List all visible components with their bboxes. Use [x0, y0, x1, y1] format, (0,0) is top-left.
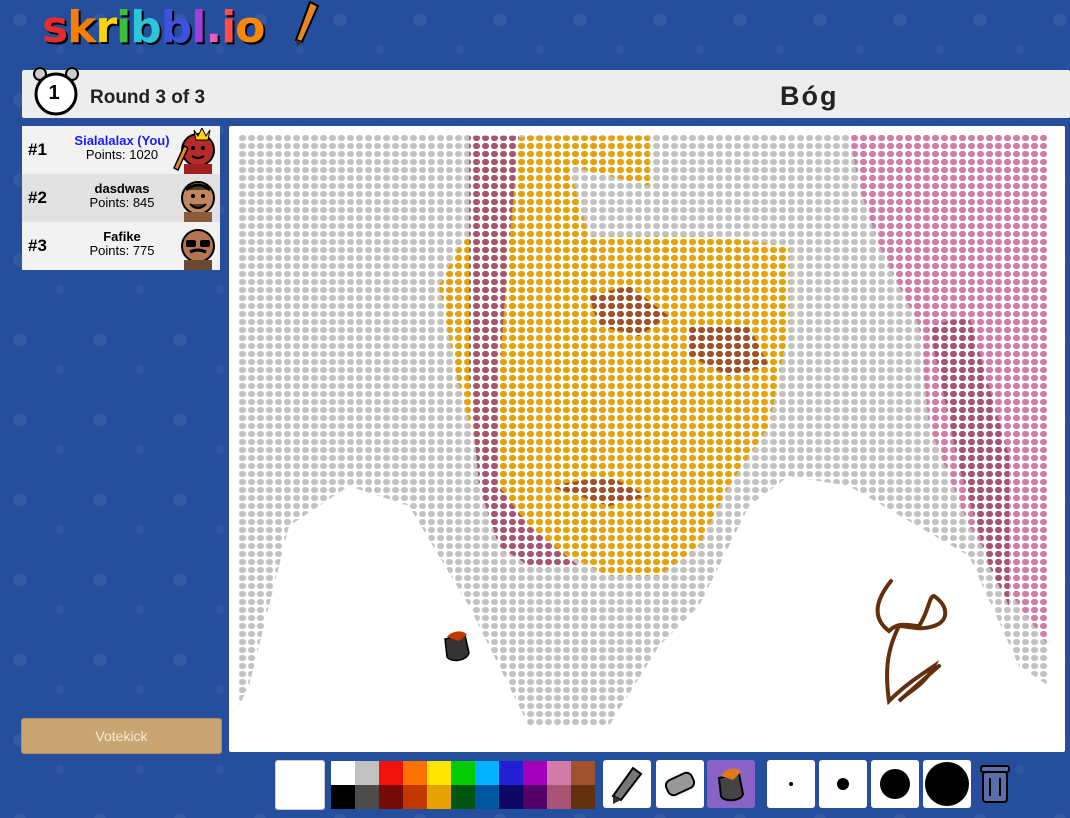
palette-color-swatch[interactable]	[403, 761, 427, 785]
avatar	[181, 181, 215, 222]
pencil-icon	[611, 766, 643, 804]
player-row[interactable]: #3 Fafike Points: 775	[22, 222, 220, 270]
palette-color-swatch[interactable]	[379, 785, 403, 809]
palette-color-swatch[interactable]	[571, 761, 595, 785]
player-points: Points: 845	[89, 195, 155, 210]
player-points: Points: 775	[89, 243, 155, 258]
current-word: Bóg	[780, 81, 839, 111]
palette-color-swatch[interactable]	[451, 761, 475, 785]
logo-letter: r	[95, 2, 117, 53]
game-header: 1 Round 3 of 3 Bóg	[22, 67, 1070, 118]
palette-color-swatch[interactable]	[331, 761, 355, 785]
fill-icon	[717, 768, 745, 802]
palette-color-swatch[interactable]	[403, 785, 427, 809]
palette-color-swatch[interactable]	[427, 785, 451, 809]
palette-color-swatch[interactable]	[571, 785, 595, 809]
logo-letter: i	[116, 2, 131, 53]
skribbl-logo: skribbl.io	[42, 2, 265, 53]
fill-tool-button[interactable]	[707, 760, 755, 808]
palette-color-swatch[interactable]	[547, 785, 571, 809]
logo-pencil-icon	[294, 0, 320, 47]
palette-color-swatch[interactable]	[523, 761, 547, 785]
round-timer: 1	[48, 82, 60, 104]
palette-color-swatch[interactable]	[499, 761, 523, 785]
brush-size-medium[interactable]	[819, 760, 867, 808]
avatar	[173, 128, 215, 174]
fill-cursor-icon	[444, 631, 470, 662]
player-name: Sialalalax (You)	[74, 134, 170, 148]
eraser-tool-button[interactable]	[656, 760, 704, 808]
palette-color-swatch[interactable]	[475, 761, 499, 785]
player-name: Fafike	[103, 230, 141, 244]
player-row[interactable]: #1 Sialalalax (You) Points: 1020	[22, 126, 220, 174]
player-row[interactable]: #2 dasdwas Points: 845	[22, 174, 220, 222]
votekick-button[interactable]: Votekick	[21, 718, 222, 754]
palette-color-swatch[interactable]	[427, 761, 451, 785]
player-name: dasdwas	[94, 182, 150, 196]
palette-color-swatch[interactable]	[355, 785, 379, 809]
current-color-swatch[interactable]	[275, 760, 325, 810]
palette-color-swatch[interactable]	[355, 761, 379, 785]
logo-letter: l	[191, 2, 206, 53]
logo-letter: k	[67, 2, 96, 53]
logo-letter: o	[235, 2, 265, 53]
brush-size-large[interactable]	[871, 760, 919, 808]
player-rank: #3	[28, 236, 47, 255]
logo-letter: b	[160, 2, 192, 53]
logo-letter: i	[221, 2, 236, 53]
logo-letter: s	[42, 2, 68, 53]
player-points: Points: 1020	[85, 147, 159, 162]
trash-icon[interactable]	[977, 762, 1013, 806]
player-rank: #2	[28, 188, 47, 207]
brush-size-xlarge[interactable]	[923, 760, 971, 808]
logo-letter: .	[205, 2, 222, 53]
eraser-icon	[664, 771, 696, 797]
brush-size-small[interactable]	[767, 760, 815, 808]
logo-letter: b	[130, 2, 161, 53]
palette-color-swatch[interactable]	[547, 761, 571, 785]
color-palette	[331, 761, 595, 809]
player-rank: #1	[28, 140, 47, 159]
palette-color-swatch[interactable]	[523, 785, 547, 809]
palette-color-swatch[interactable]	[379, 761, 403, 785]
canvas-drawing	[239, 134, 1049, 726]
palette-color-swatch[interactable]	[499, 785, 523, 809]
avatar	[181, 229, 215, 270]
round-indicator: Round 3 of 3	[90, 87, 206, 108]
player-list: #1 Sialalalax (You) Points: 1020 #2 dasd…	[22, 126, 220, 270]
pencil-tool-button[interactable]	[603, 760, 651, 808]
palette-color-swatch[interactable]	[331, 785, 355, 809]
drawing-canvas[interactable]	[229, 126, 1065, 752]
palette-color-swatch[interactable]	[475, 785, 499, 809]
palette-color-swatch[interactable]	[451, 785, 475, 809]
